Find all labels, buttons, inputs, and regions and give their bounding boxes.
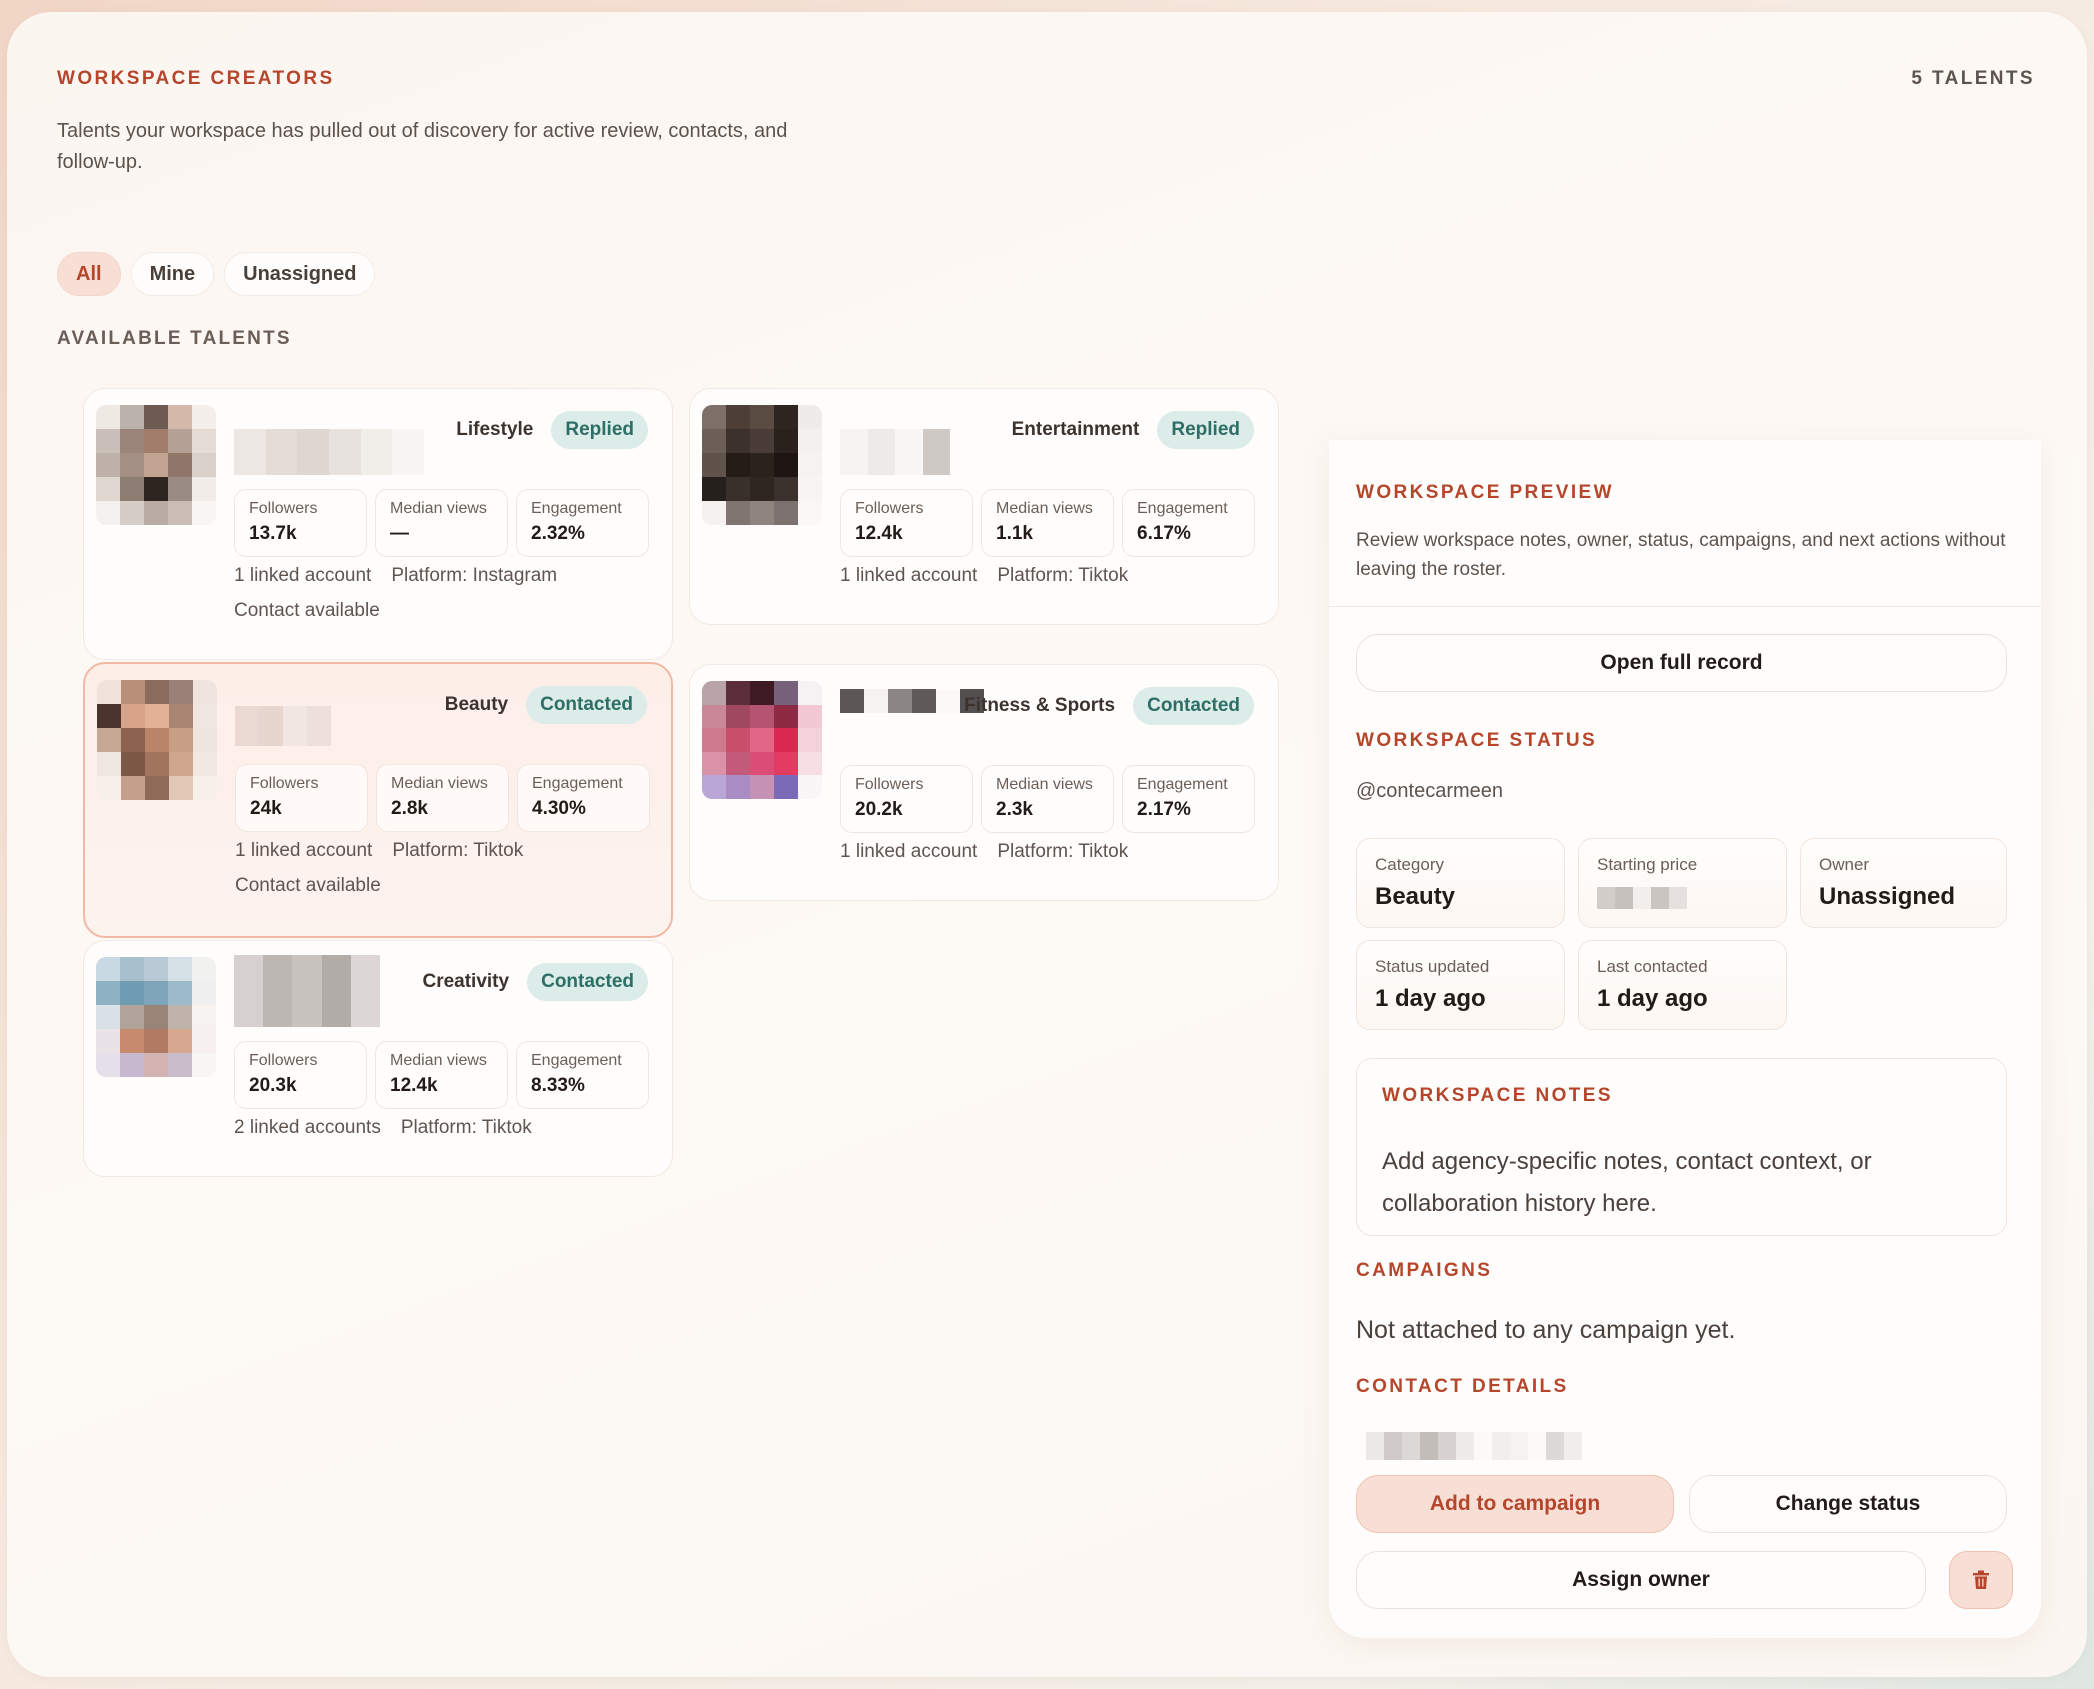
assign-owner-button[interactable]: Assign owner bbox=[1356, 1551, 1926, 1609]
name-redacted bbox=[234, 429, 425, 475]
linked-accounts: 1 linked account bbox=[840, 841, 978, 862]
name-redacted bbox=[234, 955, 381, 1027]
status-badge: Contacted bbox=[1133, 687, 1254, 725]
stat-engagement: Engagement 2.17% bbox=[1122, 765, 1255, 833]
linked-accounts: 2 linked accounts bbox=[234, 1117, 381, 1138]
avatar bbox=[96, 957, 216, 1077]
stat-median-views: Median views 12.4k bbox=[375, 1041, 508, 1109]
notes-placeholder[interactable]: Add agency-specific notes, contact conte… bbox=[1382, 1141, 1972, 1225]
divider bbox=[1329, 606, 2041, 607]
contact-availability: Contact available bbox=[235, 875, 381, 896]
stat-followers: Followers 20.2k bbox=[840, 765, 973, 833]
open-full-record-button[interactable]: Open full record bbox=[1356, 634, 2007, 692]
category-label: Beauty bbox=[444, 694, 509, 715]
change-status-button[interactable]: Change status bbox=[1689, 1475, 2007, 1533]
add-to-campaign-button[interactable]: Add to campaign bbox=[1356, 1475, 1674, 1533]
platform-label: Platform: Instagram bbox=[391, 565, 558, 586]
linked-accounts: 1 linked account bbox=[840, 565, 978, 586]
workspace-preview-panel: WORKSPACE PREVIEW Review workspace notes… bbox=[1329, 440, 2041, 1638]
talent-count: 5 TALENTS bbox=[1911, 68, 2035, 89]
page-description: Talents your workspace has pulled out of… bbox=[57, 120, 788, 173]
stat-engagement: Engagement 2.32% bbox=[516, 489, 649, 557]
category-label: Entertainment bbox=[1011, 419, 1140, 440]
platform-label: Platform: Tiktok bbox=[392, 840, 524, 861]
category-tile: Category Beauty bbox=[1356, 838, 1565, 928]
stat-followers: Followers 24k bbox=[235, 764, 368, 832]
filter-all[interactable]: All bbox=[57, 252, 121, 296]
contact-redacted bbox=[1366, 1432, 1582, 1460]
name-redacted bbox=[235, 706, 331, 746]
talent-handle: @contecarmeen bbox=[1356, 780, 1504, 802]
workspace-status-title: WORKSPACE STATUS bbox=[1356, 730, 1598, 751]
category-label: Fitness & Sports bbox=[964, 695, 1116, 716]
stat-followers: Followers 12.4k bbox=[840, 489, 973, 557]
status-updated-tile: Status updated 1 day ago bbox=[1356, 940, 1565, 1030]
preview-title: WORKSPACE PREVIEW bbox=[1356, 482, 1614, 503]
linked-accounts: 1 linked account bbox=[235, 840, 373, 861]
stat-median-views: Median views — bbox=[375, 489, 508, 557]
stat-engagement: Engagement 8.33% bbox=[516, 1041, 649, 1109]
stat-followers: Followers 13.7k bbox=[234, 489, 367, 557]
campaigns-title: CAMPAIGNS bbox=[1356, 1260, 1493, 1281]
status-badge: Contacted bbox=[526, 686, 647, 724]
status-badge: Replied bbox=[551, 411, 648, 449]
filter-unassigned[interactable]: Unassigned bbox=[224, 252, 376, 296]
avatar bbox=[96, 405, 216, 525]
filter-mine[interactable]: Mine bbox=[130, 252, 215, 296]
name-redacted bbox=[840, 429, 950, 475]
stat-engagement: Engagement 4.30% bbox=[517, 764, 650, 832]
starting-price-tile: Starting price bbox=[1578, 838, 1787, 928]
last-contacted-tile: Last contacted 1 day ago bbox=[1578, 940, 1787, 1030]
owner-tile[interactable]: Owner Unassigned bbox=[1800, 838, 2007, 928]
section-label: AVAILABLE TALENTS bbox=[57, 328, 292, 349]
contact-details-title: CONTACT DETAILS bbox=[1356, 1376, 1569, 1397]
category-label: Creativity bbox=[422, 971, 510, 992]
status-badge: Contacted bbox=[527, 963, 648, 1001]
page-title: WORKSPACE CREATORS bbox=[57, 68, 335, 89]
price-redacted bbox=[1597, 887, 1768, 909]
stat-median-views: Median views 2.8k bbox=[376, 764, 509, 832]
talent-card[interactable]: Creativity Contacted Followers 20.3k Medi… bbox=[83, 940, 673, 1177]
talent-card[interactable]: Fitness & Sports Contacted Followers 20.2… bbox=[689, 664, 1279, 901]
workspace-notes-box[interactable]: WORKSPACE NOTES Add agency-specific note… bbox=[1356, 1058, 2007, 1236]
stat-median-views: Median views 2.3k bbox=[981, 765, 1114, 833]
workspace-creators-app: WORKSPACE CREATORS 5 TALENTS Talents you… bbox=[7, 12, 2087, 1677]
platform-label: Platform: Tiktok bbox=[997, 841, 1129, 862]
stat-median-views: Median views 1.1k bbox=[981, 489, 1114, 557]
delete-button[interactable] bbox=[1949, 1551, 2013, 1609]
notes-title: WORKSPACE NOTES bbox=[1382, 1085, 1613, 1106]
stat-engagement: Engagement 6.17% bbox=[1122, 489, 1255, 557]
talent-card[interactable]: Entertainment Replied Followers 12.4k Med… bbox=[689, 388, 1279, 625]
trash-icon bbox=[1973, 1570, 1989, 1589]
platform-label: Platform: Tiktok bbox=[400, 1117, 532, 1138]
avatar bbox=[702, 405, 822, 525]
contact-availability: Contact available bbox=[234, 600, 380, 621]
status-badge: Replied bbox=[1157, 411, 1254, 449]
avatar bbox=[97, 680, 217, 800]
category-label: Lifestyle bbox=[456, 419, 534, 440]
platform-label: Platform: Tiktok bbox=[997, 565, 1129, 586]
avatar bbox=[702, 681, 822, 799]
talent-card-selected[interactable]: Beauty Contacted Followers 24k Median vie… bbox=[83, 662, 673, 938]
filter-tabs: All Mine Unassigned bbox=[57, 252, 376, 296]
talent-card[interactable]: Lifestyle Replied Followers 13.7k Median … bbox=[83, 388, 673, 660]
campaigns-empty-text: Not attached to any campaign yet. bbox=[1356, 1316, 1736, 1344]
preview-description: Review workspace notes, owner, status, c… bbox=[1356, 530, 2006, 580]
linked-accounts: 1 linked account bbox=[234, 565, 372, 586]
stat-followers: Followers 20.3k bbox=[234, 1041, 367, 1109]
